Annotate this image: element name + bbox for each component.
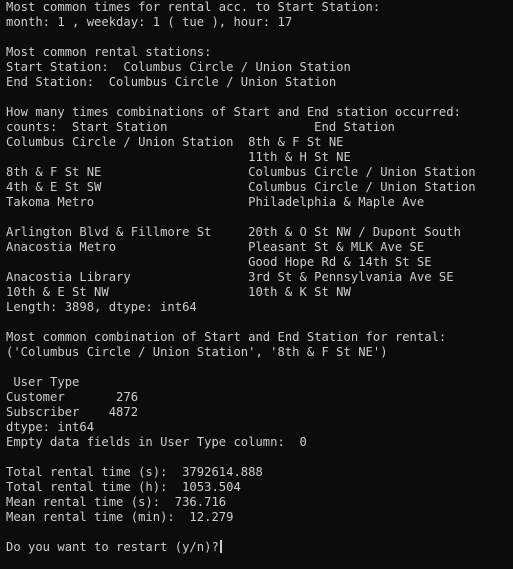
prompt-line[interactable]: Do you want to restart (y/n)? [6, 540, 513, 555]
output-line: End Station: Columbus Circle / Union Sta… [6, 75, 337, 89]
output-line: 10th & E St NW 10th & K St NW 1 [6, 285, 513, 299]
restart-prompt: Do you want to restart (y/n)? [6, 540, 219, 554]
output-line: Arlington Blvd & Fillmore St 20th & O St… [6, 225, 513, 239]
output-line: Customer 276 [6, 390, 139, 404]
output-line: Anacostia Library 3rd St & Pennsylvania … [6, 270, 513, 284]
output-line: 4th & E St SW Columbus Circle / Union St… [6, 180, 513, 194]
output-line: Total rental time (h): 1053.504 [6, 480, 241, 494]
output-line: Columbus Circle / Union Station 8th & F … [6, 135, 513, 149]
output-line: Length: 3898, dtype: int64 [6, 300, 197, 314]
output-line: Good Hope Rd & 14th St SE 1 [6, 255, 513, 269]
text-cursor [219, 540, 222, 553]
output-line: Empty data fields in User Type column: 0 [6, 435, 307, 449]
output-line: Mean rental time (min): 12.279 [6, 510, 234, 524]
output-line: ('Columbus Circle / Union Station', '8th… [6, 345, 388, 359]
output-line: 8th & F St NE Columbus Circle / Union St… [6, 165, 513, 179]
output-line: Mean rental time (s): 736.716 [6, 495, 227, 509]
output-line: Most common combination of Start and End… [6, 330, 447, 344]
output-line: Takoma Metro Philadelphia & Maple Ave 8 [6, 195, 513, 209]
output-line: Most common rental stations: [6, 45, 212, 59]
output-line: How many times combinations of Start and… [6, 105, 461, 119]
output-line: dtype: int64 [6, 420, 95, 434]
output-line: month: 1 , weekday: 1 ( tue ), hour: 17 [6, 15, 293, 29]
output-line: Start Station: Columbus Circle / Union S… [6, 60, 351, 74]
output-line: 11th & H St NE 11 [6, 150, 513, 164]
output-line: .. [6, 210, 513, 224]
terminal-window[interactable]: Most common times for rental acc. to Sta… [0, 0, 513, 569]
output-line: Anacostia Metro Pleasant St & MLK Ave SE… [6, 240, 513, 254]
output-line: Most common times for rental acc. to Sta… [6, 0, 381, 14]
output-line: Subscriber 4872 [6, 405, 139, 419]
output-line: User Type [6, 375, 80, 389]
output-line: Total rental time (s): 3792614.888 [6, 465, 263, 479]
output-line: counts: Start Station End Station [6, 120, 395, 134]
